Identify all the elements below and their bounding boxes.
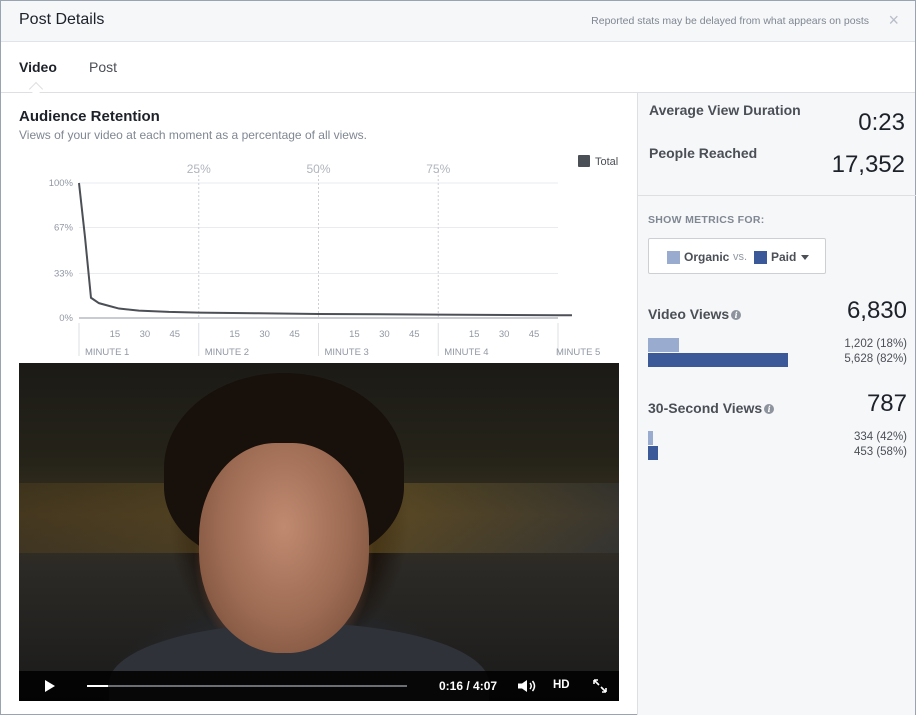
retention-chart: 100% 67% 33% 0% 25% 50% 75% 15 30 45 15 30 45 15 30 45 1…	[1, 93, 637, 363]
stats-delay-note: Reported stats may be delayed from what …	[591, 15, 869, 27]
tab-video[interactable]: Video	[19, 59, 57, 75]
video-views-organic-text: 1,202 (18%)	[844, 338, 907, 350]
info-icon[interactable]: i	[764, 404, 775, 414]
minute-label: MINUTE 5	[556, 347, 600, 358]
x-tick-label: 30	[379, 329, 390, 340]
y-tick-label: 67%	[54, 223, 74, 234]
thirty-sec-paid-text: 453 (58%)	[853, 446, 907, 458]
thirty-sec-organic-text: 334 (42%)	[853, 431, 907, 443]
x-tick-label: 45	[529, 329, 540, 340]
paid-swatch	[754, 251, 767, 264]
tab-post[interactable]: Post	[89, 59, 117, 75]
right-panel: Average View Duration 0:23 People Reache…	[637, 93, 916, 715]
video-views-organic-bar	[648, 338, 679, 352]
chevron-down-icon	[801, 255, 809, 260]
x-tick-label: 15	[469, 329, 480, 340]
avg-view-duration-label: Average View Duration	[649, 102, 801, 118]
show-metrics-label: SHOW METRICS FOR:	[648, 214, 765, 226]
fullscreen-icon[interactable]	[592, 678, 608, 694]
video-views-paid-bar	[648, 353, 788, 367]
retention-chart-svg: 100% 67% 33% 0% 25% 50% 75% 15 30 45 15 30 45 15 30 45 1…	[49, 155, 618, 358]
video-progress-fill	[87, 685, 108, 687]
close-icon[interactable]: ×	[888, 11, 899, 29]
vs-label: vs.	[733, 251, 748, 263]
x-tick-label: 45	[409, 329, 420, 340]
play-icon[interactable]	[45, 680, 55, 692]
tab-bar: Video Post	[1, 42, 915, 97]
left-panel: Audience Retention Views of your video a…	[1, 93, 637, 715]
info-icon[interactable]: i	[731, 310, 742, 320]
thirty-sec-paid-bar	[648, 446, 658, 460]
x-tick-label: 45	[289, 329, 300, 340]
x-tick-label: 45	[170, 329, 181, 340]
x-tick-label: 30	[140, 329, 151, 340]
x-tick-label: 15	[349, 329, 360, 340]
post-details-dialog: Post Details Reported stats may be delay…	[0, 0, 916, 715]
minute-label: MINUTE 1	[85, 347, 129, 358]
people-reached-label: People Reached	[649, 145, 758, 161]
quartile-marker-label: 25%	[187, 162, 211, 176]
thirty-sec-views-total: 787	[866, 390, 907, 417]
divider	[638, 195, 916, 196]
video-views-total: 6,830	[846, 297, 907, 324]
y-tick-label: 33%	[54, 268, 74, 279]
minute-label: MINUTE 2	[205, 347, 249, 358]
video-player[interactable]	[19, 363, 619, 701]
x-tick-label: 15	[110, 329, 121, 340]
video-views-title-text: Video Views	[648, 306, 730, 322]
video-views-title: Video Views i	[648, 306, 742, 322]
legend-swatch	[578, 155, 590, 167]
organic-label: Organic	[684, 250, 730, 264]
legend-label: Total	[595, 156, 618, 168]
hd-toggle[interactable]: HD	[553, 679, 570, 691]
minute-label: MINUTE 3	[325, 347, 369, 358]
dialog-header: Post Details Reported stats may be delay…	[1, 1, 915, 42]
thirty-sec-organic-bar	[648, 431, 654, 445]
x-tick-label: 30	[259, 329, 270, 340]
quartile-marker-label: 75%	[426, 162, 450, 176]
video-progress-bar[interactable]	[87, 685, 407, 687]
dialog-title: Post Details	[19, 11, 105, 28]
volume-icon[interactable]	[517, 679, 537, 693]
organic-swatch	[667, 251, 680, 264]
metrics-dropdown[interactable]: Organic vs. Paid	[648, 238, 826, 274]
x-tick-label: 15	[229, 329, 240, 340]
y-tick-label: 0%	[59, 313, 73, 324]
video-frame-face	[199, 443, 369, 653]
video-time: 0:16 / 4:07	[439, 679, 498, 693]
y-tick-label: 100%	[49, 178, 74, 189]
paid-label: Paid	[771, 250, 797, 264]
video-controls: 0:16 / 4:07 HD	[19, 671, 619, 701]
minute-label: MINUTE 4	[444, 347, 488, 358]
retention-line	[78, 182, 572, 317]
x-tick-label: 30	[499, 329, 510, 340]
video-views-paid-text: 5,628 (82%)	[844, 353, 907, 365]
thirty-sec-views-title-text: 30-Second Views	[648, 400, 763, 416]
quartile-marker-label: 50%	[306, 162, 330, 176]
thirty-sec-views-title: 30-Second Views i	[648, 400, 775, 416]
avg-view-duration-value: 0:23	[858, 109, 905, 136]
people-reached-value: 17,352	[831, 151, 905, 178]
